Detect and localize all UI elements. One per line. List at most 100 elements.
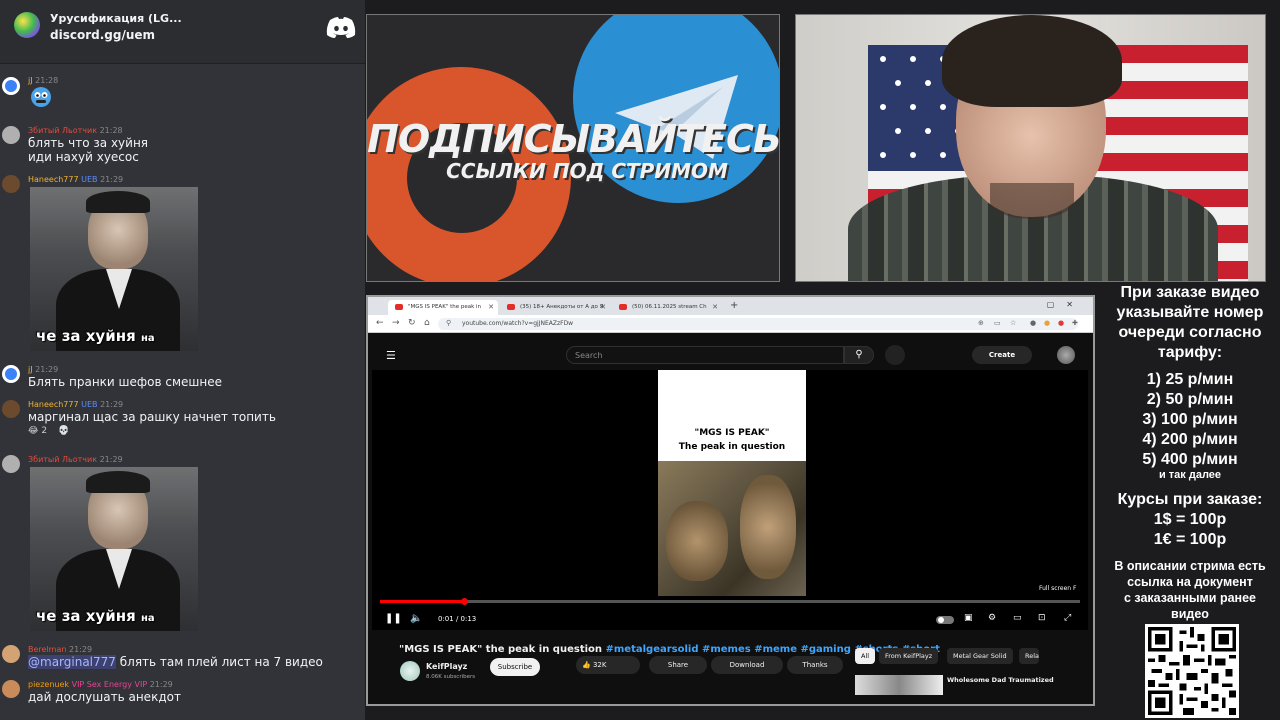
thumbs-up-icon: 👍 [582,661,591,669]
description-note: видео [1171,607,1209,621]
miniplayer-icon[interactable]: ▭ [1013,613,1022,623]
account-avatar[interactable] [1057,346,1075,364]
captions-icon[interactable]: ▣ [964,613,973,623]
progress-bar[interactable] [380,598,1080,605]
pause-icon[interactable]: ❚❚ [385,613,402,624]
username[interactable]: Haneech777 [28,175,79,184]
recommended-video-thumbnail[interactable] [855,675,943,695]
fullscreen-tooltip: Full screen F [1036,584,1080,593]
timestamp: 21:29 [100,175,124,184]
tier-item: 3) 100 р/мин [1142,411,1238,428]
cast-icon[interactable]: ▭ [994,319,1001,327]
user-avatar [2,645,20,663]
close-tab-icon[interactable]: ✕ [488,303,494,311]
video-scene [658,461,806,596]
username[interactable]: jJ [28,76,33,85]
extension-icon[interactable]: ● [1058,319,1064,327]
search-icon[interactable]: ⚲ [844,346,874,364]
chip-metal-gear-solid[interactable]: Metal Gear Solid [947,648,1013,664]
rate-eur: 1€ = 100р [1153,531,1227,548]
tier-item: 2) 50 р/мин [1146,391,1234,408]
chip-all[interactable]: All [855,648,876,664]
bookmark-star-icon[interactable]: ☆ [1010,319,1016,327]
server-invite-link[interactable]: discord.gg/uem [50,28,155,42]
chip-related[interactable]: Rela [1019,648,1039,664]
username[interactable]: Збитый Льотчик [28,455,97,464]
youtube-favicon-icon [395,304,403,310]
zoom-icon[interactable]: ⊕ [978,319,984,327]
mention[interactable]: @marginal777 [28,655,116,669]
timestamp: 21:29 [35,365,59,374]
fullscreen-icon[interactable]: ⤢ [1064,613,1071,623]
video-player[interactable]: "MGS IS PEAK" The peak in question Full … [372,370,1088,630]
user-badge: UEB [81,175,98,184]
timestamp: 21:29 [68,645,93,654]
user-avatar [2,126,20,144]
username[interactable]: Berelman [28,645,66,654]
username[interactable]: Haneech777 [28,400,79,409]
message-text: маргинал щас за рашку начнет топить [28,410,276,424]
subscribe-button[interactable]: Subscribe [490,658,540,676]
reactions: 😂 2 💀 [28,426,69,436]
back-icon[interactable]: ← [376,318,384,328]
puzzle-icon[interactable]: ✚ [1072,319,1078,327]
share-button[interactable]: Share [649,656,707,674]
meme-image[interactable]: че за хуйня на стриме [30,187,198,351]
search-input[interactable]: Search [566,346,844,364]
video-caption-1: "MGS IS PEAK" [694,428,770,438]
info-line: тарифу: [1157,344,1223,361]
server-icon [14,12,40,38]
discord-logo-icon [326,17,356,38]
url-field[interactable]: ⚲ youtube.com/watch?v=gjJNEAZzFDw ⊕ ▭ ☆ … [438,318,1078,330]
create-button[interactable]: Create [972,346,1032,364]
thanks-button[interactable]: Thanks [787,656,843,674]
blob-emoji-icon [31,87,51,107]
site-info-icon[interactable]: ⚲ [446,319,451,327]
youtube-favicon-icon [619,304,627,310]
subscriber-count: 8.06K subscribers [426,674,476,680]
settings-gear-icon[interactable]: ⚙ [988,613,996,623]
like-button[interactable]: 👍 32K [576,656,640,674]
channel-name[interactable]: KeifPlayz [426,662,467,671]
tab-bar: "MGS IS PEAK" the peak in ✕ (35) 18+ Анек… [368,297,1093,315]
new-tab-icon[interactable]: + [730,300,738,311]
message-text: Блять пранки шефов смешнее [28,375,222,389]
tab-mgs-video[interactable]: "MGS IS PEAK" the peak in ✕ [388,300,498,315]
download-button[interactable]: Download [711,656,783,674]
forward-icon[interactable]: → [392,318,400,328]
window-controls[interactable]: ▢✕ [1047,300,1085,309]
progress-scrubber[interactable] [461,598,468,605]
tier-etc: и так далее [1158,469,1222,481]
address-bar: ← → ↻ ⌂ ⚲ youtube.com/watch?v=gjJNEAZzFD… [368,315,1093,333]
reload-icon[interactable]: ↻ [408,318,416,328]
channel-avatar[interactable] [400,661,420,681]
info-line: очереди согласно [1118,324,1262,341]
rate-usd: 1$ = 100р [1153,511,1227,528]
tab-stream[interactable]: (50) 06.11.2025 stream Ch ✕ [612,300,722,315]
tab-label: (35) 18+ Анекдоты от А до Я [520,304,604,310]
close-tab-icon[interactable]: ✕ [600,303,606,311]
cast-icon[interactable]: ⊡ [1038,613,1046,623]
youtube-page: ☰ Search ⚲ Create "MGS IS PEAK" The peak… [371,334,1089,704]
person-hair [942,15,1122,107]
chip-from-channel[interactable]: From KeifPlayz [879,648,939,664]
reaction-laugh[interactable]: 😂 2 [28,426,47,436]
qr-code[interactable] [1145,624,1239,718]
volume-icon[interactable]: 🔈 [410,613,422,624]
username[interactable]: piezenuek [28,680,69,689]
extension-icon[interactable]: ● [1030,319,1036,327]
recommended-video-title[interactable]: Wholesome Dad Traumatized [947,676,1054,684]
hamburger-menu-icon[interactable]: ☰ [386,349,396,362]
home-icon[interactable]: ⌂ [424,318,430,328]
username[interactable]: jJ [28,365,33,374]
voice-search-icon[interactable] [885,345,905,365]
username[interactable]: Збитый Льотчик [28,126,97,135]
reaction-skull[interactable]: 💀 [58,426,69,436]
description-note: ссылка на документ [1127,575,1253,589]
extension-icon[interactable]: ● [1044,319,1050,327]
user-avatar [2,680,20,698]
close-tab-icon[interactable]: ✕ [712,303,718,311]
tab-anekdoty[interactable]: (35) 18+ Анекдоты от А до Я ✕ [500,300,610,315]
meme-image[interactable]: че за хуйня на стриме [30,467,198,631]
autoplay-toggle[interactable] [936,616,954,624]
